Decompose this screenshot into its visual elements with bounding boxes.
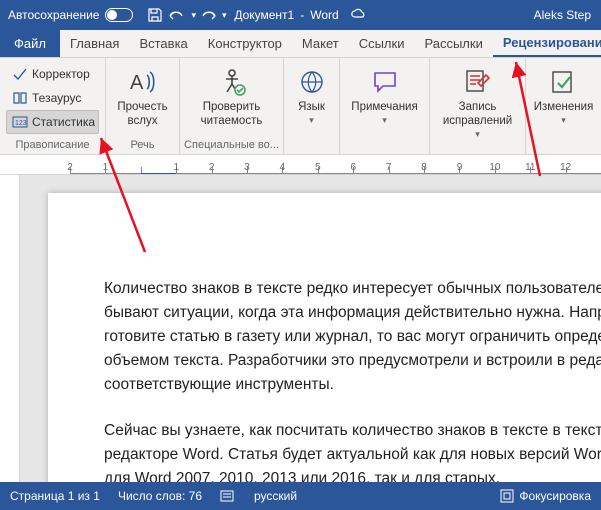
- group-tracking-label: [430, 147, 525, 154]
- status-proof-icon[interactable]: [220, 489, 236, 503]
- vertical-ruler[interactable]: [0, 175, 20, 482]
- comments-label: Примечания: [351, 101, 417, 115]
- statistics-icon: 123: [12, 114, 28, 130]
- tab-design[interactable]: Конструктор: [198, 30, 292, 57]
- document-area[interactable]: Количество знаков в тексте редко интерес…: [20, 175, 601, 482]
- group-accessibility: Проверить читаемость Специальные во...: [180, 58, 284, 154]
- undo-chevron-icon[interactable]: ▾: [191, 10, 196, 21]
- qat-customize-chevron-icon[interactable]: ▾: [222, 10, 227, 21]
- group-speech: A Прочесть вслух Речь: [106, 58, 180, 154]
- read-aloud-icon: A: [127, 66, 159, 98]
- ribbon: Корректор Тезаурус 123 Статистика Правоп…: [0, 58, 601, 155]
- thesaurus-label: Тезаурус: [32, 91, 81, 105]
- track-changes-label: Запись исправлений: [439, 101, 517, 129]
- tab-file[interactable]: Файл: [0, 30, 60, 57]
- statistics-label: Статистика: [32, 115, 95, 129]
- check-accessibility-icon: [216, 66, 248, 98]
- autosave-section: Автосохранение: [0, 8, 141, 22]
- saved-cloud-icon: [351, 8, 367, 23]
- title-separator: -: [300, 8, 304, 22]
- group-accessibility-label: Специальные во...: [180, 139, 283, 154]
- read-aloud-label: Прочесть вслух: [114, 101, 171, 129]
- page[interactable]: Количество знаков в тексте редко интерес…: [48, 193, 601, 482]
- changes-button[interactable]: Изменения ▾: [533, 62, 595, 130]
- group-proofing-label: Правописание: [0, 139, 105, 154]
- chevron-down-icon: ▾: [475, 129, 480, 140]
- horizontal-ruler[interactable]: 2 1 1 2 3 4 5 6 7 8 9 10 11 12: [0, 155, 601, 175]
- language-button[interactable]: Язык ▾: [290, 62, 333, 130]
- thesaurus-icon: [12, 90, 28, 106]
- chevron-down-icon: ▾: [561, 115, 566, 126]
- statistics-button[interactable]: 123 Статистика: [6, 110, 99, 134]
- paragraph-2[interactable]: Сейчас вы узнаете, как посчитать количес…: [104, 419, 601, 482]
- read-aloud-button[interactable]: A Прочесть вслух: [112, 62, 173, 133]
- status-focus-mode[interactable]: Фокусировка: [500, 489, 591, 503]
- group-tracking: Запись исправлений ▾: [430, 58, 526, 154]
- title-bar: Автосохранение ▾ ▾ Документ1 - Word Alek…: [0, 0, 601, 30]
- check-accessibility-button[interactable]: Проверить читаемость: [191, 62, 273, 133]
- save-icon[interactable]: [147, 7, 163, 23]
- svg-text:123: 123: [15, 120, 27, 127]
- autosave-label: Автосохранение: [8, 8, 99, 22]
- user-name[interactable]: Aleks Step: [534, 8, 601, 22]
- group-language: Язык ▾: [284, 58, 340, 154]
- chevron-down-icon: ▾: [382, 115, 387, 126]
- comments-icon: [369, 66, 401, 98]
- window-title: Документ1 - Word: [234, 8, 366, 23]
- doc-name: Документ1: [234, 8, 294, 22]
- comments-button[interactable]: Примечания ▾: [346, 62, 423, 130]
- language-icon: [296, 66, 328, 98]
- tab-home[interactable]: Главная: [60, 30, 129, 57]
- tab-review[interactable]: Рецензировани: [493, 30, 601, 57]
- group-comments: Примечания ▾: [340, 58, 430, 154]
- track-changes-button[interactable]: Запись исправлений ▾: [437, 62, 519, 143]
- group-comments-label: [340, 139, 429, 154]
- status-word-count[interactable]: Число слов: 76: [118, 489, 202, 503]
- autosave-toggle[interactable]: [105, 8, 133, 22]
- tab-mailings[interactable]: Рассылки: [414, 30, 492, 57]
- status-page[interactable]: Страница 1 из 1: [10, 489, 100, 503]
- group-speech-label: Речь: [106, 139, 179, 154]
- undo-icon[interactable]: [167, 7, 187, 23]
- tab-references[interactable]: Ссылки: [349, 30, 415, 57]
- changes-label: Изменения: [534, 101, 594, 115]
- quick-access-toolbar: ▾ ▾: [141, 7, 232, 23]
- redo-icon[interactable]: [200, 7, 218, 23]
- svg-text:A: A: [130, 72, 144, 94]
- thesaurus-button[interactable]: Тезаурус: [6, 86, 99, 110]
- status-bar: Страница 1 из 1 Число слов: 76 русский Ф…: [0, 482, 601, 510]
- focus-icon: [500, 489, 514, 503]
- track-changes-icon: [462, 66, 494, 98]
- group-changes: Изменения ▾: [526, 58, 601, 154]
- ribbon-tabs: Файл Главная Вставка Конструктор Макет С…: [0, 30, 601, 58]
- tab-layout[interactable]: Макет: [292, 30, 349, 57]
- paragraph-1[interactable]: Количество знаков в тексте редко интерес…: [104, 277, 601, 397]
- tab-insert[interactable]: Вставка: [129, 30, 197, 57]
- corrector-label: Корректор: [32, 67, 90, 81]
- group-language-label: [284, 139, 339, 154]
- language-label: Язык: [298, 101, 325, 115]
- status-focus-label: Фокусировка: [519, 489, 591, 503]
- changes-icon: [548, 66, 580, 98]
- group-changes-label: [526, 139, 601, 154]
- app-name: Word: [310, 8, 338, 22]
- group-proofing: Корректор Тезаурус 123 Статистика Правоп…: [0, 58, 106, 154]
- corrector-icon: [12, 66, 28, 82]
- chevron-down-icon: ▾: [309, 115, 314, 126]
- status-language[interactable]: русский: [254, 489, 297, 503]
- corrector-button[interactable]: Корректор: [6, 62, 99, 86]
- check-accessibility-label: Проверить читаемость: [193, 101, 271, 129]
